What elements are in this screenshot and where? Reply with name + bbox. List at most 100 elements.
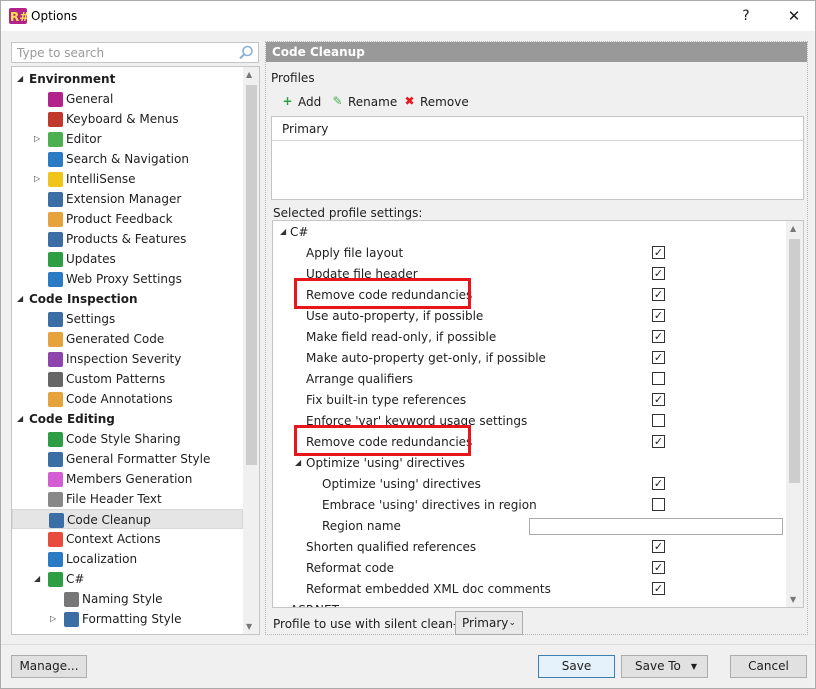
setting-make-field-read-only-if-possible[interactable]: Make field read-only, if possible ✓ bbox=[273, 327, 787, 348]
setting-fix-built-in-type-references[interactable]: Fix built-in type references ✓ bbox=[273, 390, 787, 411]
collapsed-caret-icon[interactable]: ▷ bbox=[34, 129, 44, 149]
tree-item-code-style-sharing[interactable]: Code Style Sharing bbox=[12, 429, 243, 449]
help-button[interactable]: ? bbox=[731, 5, 761, 27]
tree-scroll-thumb[interactable] bbox=[246, 85, 257, 465]
collapsed-caret-icon[interactable]: ▷ bbox=[280, 600, 286, 607]
tree-item-web-proxy-settings[interactable]: Web Proxy Settings bbox=[12, 269, 243, 289]
tree-item-extension-manager[interactable]: Extension Manager bbox=[12, 189, 243, 209]
settings-scroll-down-icon[interactable]: ▼ bbox=[790, 595, 796, 604]
tree-item-formatting-style[interactable]: ▷ Formatting Style bbox=[12, 609, 243, 629]
setting-make-auto-property-get-only-if-possible[interactable]: Make auto-property get-only, if possible… bbox=[273, 348, 787, 369]
tree-item-generated-code[interactable]: Generated Code bbox=[12, 329, 243, 349]
setting-optimize-using-directives[interactable]: Optimize 'using' directives ✓ bbox=[273, 474, 787, 495]
setting-checkbox[interactable]: ✓ bbox=[652, 330, 665, 343]
dropdown-arrow-icon: ▼ bbox=[690, 662, 697, 671]
expanded-caret-icon[interactable]: ◢ bbox=[17, 69, 27, 89]
tree-item-code-cleanup[interactable]: Code Cleanup bbox=[12, 509, 243, 529]
save-button[interactable]: Save bbox=[538, 655, 615, 678]
settings-scroll-up-icon[interactable]: ▲ bbox=[790, 224, 796, 233]
severity-icon bbox=[48, 352, 63, 367]
setting-checkbox[interactable] bbox=[652, 414, 665, 427]
settings-scroll-thumb[interactable] bbox=[789, 239, 800, 483]
tree-item-context-actions[interactable]: Context Actions bbox=[12, 529, 243, 549]
region-name-input[interactable] bbox=[529, 518, 783, 535]
expanded-caret-icon[interactable]: ◢ bbox=[280, 222, 286, 242]
expanded-caret-icon[interactable]: ◢ bbox=[17, 409, 27, 429]
style-sharing-icon bbox=[48, 432, 63, 447]
annotations-icon bbox=[48, 392, 63, 407]
setting-embrace-using-directives-in-region[interactable]: Embrace 'using' directives in region bbox=[273, 495, 787, 516]
tree-item-updates[interactable]: Updates bbox=[12, 249, 243, 269]
setting-checkbox[interactable]: ✓ bbox=[652, 351, 665, 364]
inspector-icon bbox=[48, 312, 63, 327]
tree-item-label: Products & Features bbox=[66, 232, 187, 246]
setting-checkbox[interactable]: ✓ bbox=[652, 540, 665, 553]
tree-item-label: General Formatter Style bbox=[66, 452, 211, 466]
expanded-caret-icon[interactable]: ◢ bbox=[17, 289, 27, 309]
save-to-button[interactable]: Save To ▼ bbox=[621, 655, 708, 678]
scroll-down-arrow-icon[interactable]: ▼ bbox=[246, 622, 252, 631]
tree-item-products-features[interactable]: Products & Features bbox=[12, 229, 243, 249]
setting-apply-file-layout[interactable]: Apply file layout ✓ bbox=[273, 243, 787, 264]
tree-item-general[interactable]: General bbox=[12, 89, 243, 109]
tree-item-code-annotations[interactable]: Code Annotations bbox=[12, 389, 243, 409]
setting-checkbox[interactable]: ✓ bbox=[652, 435, 665, 448]
scroll-up-arrow-icon[interactable]: ▲ bbox=[246, 70, 252, 79]
setting-c[interactable]: ◢ C# bbox=[273, 222, 787, 243]
tree-item-general-formatter-style[interactable]: General Formatter Style bbox=[12, 449, 243, 469]
profile-item-primary[interactable]: Primary bbox=[272, 117, 803, 141]
tree-scrollbar[interactable]: ▲ ▼ bbox=[243, 67, 259, 634]
tree-item-custom-patterns[interactable]: Custom Patterns bbox=[12, 369, 243, 389]
magnifier-icon bbox=[48, 152, 63, 167]
setting-checkbox[interactable]: ✓ bbox=[652, 288, 665, 301]
setting-arrange-qualifiers[interactable]: Arrange qualifiers bbox=[273, 369, 787, 390]
tree-item-file-header-text[interactable]: File Header Text bbox=[12, 489, 243, 509]
tree-item-settings[interactable]: Settings bbox=[12, 309, 243, 329]
wrench-icon bbox=[48, 532, 63, 547]
title-bar: R# Options ? ✕ bbox=[1, 1, 815, 31]
setting-checkbox[interactable]: ✓ bbox=[652, 267, 665, 280]
tree-item-localization[interactable]: Localization bbox=[12, 549, 243, 569]
setting-optimize-using-directives[interactable]: ◢ Optimize 'using' directives bbox=[273, 453, 787, 474]
search-icon[interactable] bbox=[238, 45, 254, 60]
setting-reformat-embedded-xml-doc-comments[interactable]: Reformat embedded XML doc comments ✓ bbox=[273, 579, 787, 600]
profile-list[interactable]: Primary bbox=[271, 116, 804, 200]
tree-item-c[interactable]: ◢ C# bbox=[12, 569, 243, 589]
search-input[interactable] bbox=[12, 43, 222, 62]
close-button[interactable]: ✕ bbox=[777, 5, 811, 27]
setting-checkbox[interactable]: ✓ bbox=[652, 582, 665, 595]
manage-button[interactable]: Manage... bbox=[11, 655, 87, 678]
silent-cleanup-select[interactable]: Primary ⌄ bbox=[455, 611, 523, 635]
setting-checkbox[interactable]: ✓ bbox=[652, 561, 665, 574]
setting-asp-net[interactable]: ▷ ASP.NET bbox=[273, 600, 787, 607]
cancel-button[interactable]: Cancel bbox=[730, 655, 807, 678]
expanded-caret-icon[interactable]: ◢ bbox=[295, 453, 301, 473]
setting-use-auto-property-if-possible[interactable]: Use auto-property, if possible ✓ bbox=[273, 306, 787, 327]
setting-reformat-code[interactable]: Reformat code ✓ bbox=[273, 558, 787, 579]
setting-checkbox[interactable]: ✓ bbox=[652, 309, 665, 322]
tree-item-code-inspection[interactable]: ◢ Code Inspection bbox=[12, 289, 243, 309]
setting-checkbox[interactable] bbox=[652, 372, 665, 385]
setting-checkbox[interactable]: ✓ bbox=[652, 393, 665, 406]
collapsed-caret-icon[interactable]: ▷ bbox=[50, 609, 60, 629]
tree-item-code-editing[interactable]: ◢ Code Editing bbox=[12, 409, 243, 429]
toolbar-button-label: Add bbox=[298, 95, 322, 109]
collapsed-caret-icon[interactable]: ▷ bbox=[34, 169, 44, 189]
tree-item-search-navigation[interactable]: Search & Navigation bbox=[12, 149, 243, 169]
tree-item-label: Code Cleanup bbox=[67, 513, 151, 527]
tree-item-naming-style[interactable]: Naming Style bbox=[12, 589, 243, 609]
tree-item-intellisense[interactable]: ▷ IntelliSense bbox=[12, 169, 243, 189]
setting-checkbox[interactable]: ✓ bbox=[652, 477, 665, 490]
tree-item-keyboard-menus[interactable]: Keyboard & Menus bbox=[12, 109, 243, 129]
tree-item-members-generation[interactable]: Members Generation bbox=[12, 469, 243, 489]
setting-region-name[interactable]: Region name bbox=[273, 516, 787, 537]
expanded-caret-icon[interactable]: ◢ bbox=[34, 569, 44, 589]
tree-item-environment[interactable]: ◢ Environment bbox=[12, 69, 243, 89]
setting-checkbox[interactable]: ✓ bbox=[652, 246, 665, 259]
setting-shorten-qualified-references[interactable]: Shorten qualified references ✓ bbox=[273, 537, 787, 558]
settings-scrollbar[interactable]: ▲ ▼ bbox=[786, 221, 803, 607]
setting-checkbox[interactable] bbox=[652, 498, 665, 511]
tree-item-editor[interactable]: ▷ Editor bbox=[12, 129, 243, 149]
tree-item-product-feedback[interactable]: Product Feedback bbox=[12, 209, 243, 229]
tree-item-inspection-severity[interactable]: Inspection Severity bbox=[12, 349, 243, 369]
